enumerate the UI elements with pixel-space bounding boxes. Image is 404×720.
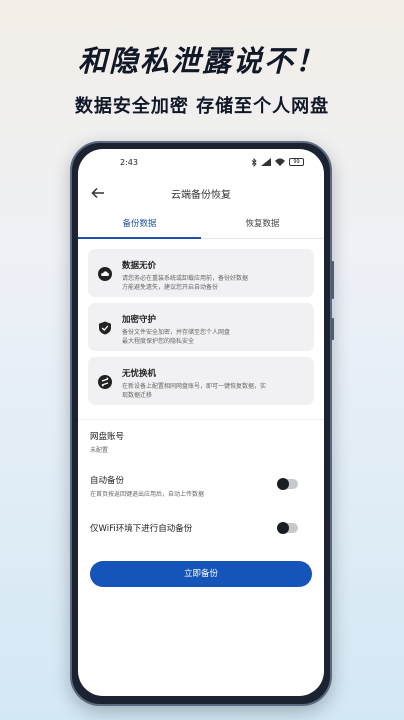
info-card-desc: 请您务必在重装系统或卸载应用前，备份好数据: [122, 275, 249, 282]
auto-backup-row: 自动备份 在首页按返回键退出应用后，自动上传数据: [90, 464, 312, 508]
info-card-desc: 方能避免遗失，建议您开启自动备份: [122, 284, 219, 291]
netdisk-account-row[interactable]: 网盘账号 未配置: [90, 420, 312, 464]
info-card-text: 无忧换机 在新设备上配置相同网盘账号，即可一键恢复数据，实 现数据迁移: [122, 365, 266, 400]
promo-headline: 和隐私泄露说不！: [77, 44, 326, 78]
auto-backup-toggle[interactable]: [277, 478, 298, 490]
settings-list: 网盘账号 未配置 自动备份 在首页按返回键退出应用后，自动上传数据 仅WiFi环…: [78, 419, 324, 552]
netdisk-account-label: 网盘账号: [90, 432, 125, 442]
wifi-only-toggle[interactable]: [277, 522, 298, 534]
backup-now-button[interactable]: 立即备份: [90, 561, 312, 587]
promo-subline: 数据安全加密 存储至个人网盘: [74, 96, 330, 117]
info-card-desc: 在新设备上配置相同网盘账号，即可一键恢复数据，实: [122, 383, 267, 390]
signal-icon: [261, 158, 271, 166]
info-card-text: 加密守护 备份文件安全加密，并存储至您个人网盘 最大程度保护您的隐私安全: [122, 311, 230, 346]
app-screen: 2:43 99 云端备份恢复 备份数据 恢复数据 数据无价 请您务必在重装系统或…: [78, 149, 324, 696]
battery-icon: 99: [289, 158, 304, 166]
info-cards: 数据无价 请您务必在重装系统或卸载应用前，备份好数据 方能避免遗失，建议您开启自…: [78, 239, 324, 405]
status-icons: 99: [251, 157, 304, 167]
transfer-icon: [98, 375, 112, 389]
status-time: 2:43: [120, 157, 138, 167]
status-bar: 2:43 99: [78, 149, 324, 175]
tab-bar: 备份数据 恢复数据: [78, 211, 324, 239]
info-card-text: 数据无价 请您务必在重装系统或卸载应用前，备份好数据 方能避免遗失，建议您开启自…: [122, 257, 248, 292]
back-arrow-icon[interactable]: [90, 185, 106, 201]
bluetooth-icon: [251, 157, 257, 167]
netdisk-account-value: 未配置: [90, 447, 109, 454]
phone-side-button: [331, 318, 334, 340]
info-card-title: 数据无价: [122, 261, 157, 271]
info-card: 数据无价 请您务必在重装系统或卸载应用前，备份好数据 方能避免遗失，建议您开启自…: [88, 249, 314, 297]
info-card-desc: 备份文件安全加密，并存储至您个人网盘: [122, 329, 231, 336]
wifi-only-row: 仅WiFi环境下进行自动备份: [90, 508, 312, 552]
info-card-title: 加密守护: [122, 315, 157, 325]
tab-restore-data[interactable]: 恢复数据: [201, 211, 324, 238]
info-card-desc: 现数据迁移: [122, 392, 153, 399]
tab-backup-data[interactable]: 备份数据: [78, 211, 201, 239]
cloud-icon: [98, 267, 112, 281]
page-title: 云端备份恢复: [171, 189, 231, 201]
shield-check-icon: [99, 321, 111, 335]
info-card-title: 无忧换机: [122, 369, 157, 379]
phone-side-button: [331, 261, 334, 299]
phone-frame: 2:43 99 云端备份恢复 备份数据 恢复数据 数据无价 请您务必在重装系统或…: [70, 141, 334, 706]
wifi-icon: [275, 158, 285, 166]
info-card: 加密守护 备份文件安全加密，并存储至您个人网盘 最大程度保护您的隐私安全: [88, 303, 314, 351]
toggle-knob: [277, 478, 289, 490]
auto-backup-desc: 在首页按返回键退出应用后，自动上传数据: [90, 491, 205, 498]
toggle-knob: [277, 522, 289, 534]
info-card: 无忧换机 在新设备上配置相同网盘账号，即可一键恢复数据，实 现数据迁移: [88, 357, 314, 405]
nav-bar: 云端备份恢复: [78, 175, 324, 211]
info-card-desc: 最大程度保护您的隐私安全: [122, 338, 195, 345]
